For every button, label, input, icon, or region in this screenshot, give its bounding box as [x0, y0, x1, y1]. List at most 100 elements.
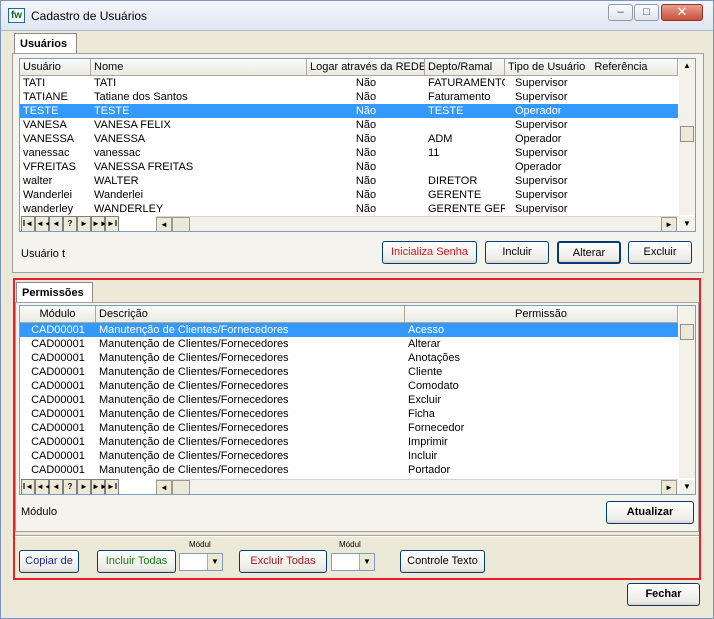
table-row[interactable]: CAD00001 Manutenção de Clientes/Fornecedo…	[20, 351, 678, 365]
help-icon[interactable]: ?	[63, 479, 77, 494]
column-header-depto[interactable]: Depto/Ramal	[425, 59, 505, 76]
scroll-thumb-h[interactable]	[172, 217, 190, 231]
cell-permissao: Alterar	[408, 338, 441, 350]
users-vertical-scrollbar[interactable]: ▲ ▼	[679, 59, 695, 231]
cell-usuario: TATIANE	[23, 91, 68, 103]
usuario-label: Usuário t	[21, 248, 66, 260]
prior-page-icon[interactable]: ◄◄	[35, 479, 52, 494]
next-record-icon[interactable]: ►	[77, 216, 91, 231]
scroll-right-icon[interactable]: ►	[661, 217, 677, 231]
cell-nome: TESTE	[94, 105, 130, 117]
table-row[interactable]: CAD00001 Manutenção de Clientes/Fornecedo…	[20, 449, 678, 463]
fechar-button[interactable]: Fechar	[627, 583, 700, 606]
scroll-left-icon[interactable]: ◄	[156, 217, 172, 231]
table-row[interactable]: CAD00001 Manutenção de Clientes/Fornecedo…	[20, 337, 678, 351]
column-header-descricao[interactable]: Descrição	[96, 306, 405, 323]
table-row[interactable]: VFREITAS VANESSA FREITAS Não Operador	[20, 160, 678, 174]
cell-nome: Tatiane dos Santos	[94, 91, 188, 103]
prior-record-icon[interactable]: ◄	[49, 216, 63, 231]
users-horizontal-scrollbar[interactable]: ◄ ►	[156, 216, 678, 231]
excluir-todas-button[interactable]: Excluir Todas	[239, 550, 327, 573]
table-row[interactable]: CAD00001 Manutenção de Clientes/Fornecedo…	[20, 407, 678, 421]
scroll-thumb[interactable]	[680, 126, 694, 142]
cell-modulo: CAD00001	[31, 366, 85, 378]
table-row[interactable]: TATIANE Tatiane dos Santos Não Faturamento S…	[20, 90, 678, 104]
first-record-icon[interactable]: I◄	[21, 479, 35, 494]
next-record-icon[interactable]: ►	[77, 479, 91, 494]
users-grid-header: Usuário Nome Logar através da REDE Depto…	[20, 59, 678, 76]
modulo-select-1[interactable]: ▼	[179, 553, 223, 571]
last-record-icon[interactable]: ►I	[105, 216, 119, 231]
next-page-icon[interactable]: ►►	[91, 479, 108, 494]
cell-depto: Faturamento	[428, 91, 491, 103]
cell-usuario: wanderley	[23, 203, 74, 215]
last-record-icon[interactable]: ►I	[105, 479, 119, 494]
prior-page-icon[interactable]: ◄◄	[35, 216, 52, 231]
copiar-de-button[interactable]: Copiar de	[19, 550, 79, 573]
close-button[interactable]: ✕	[661, 4, 703, 21]
cell-rede: Não	[355, 119, 377, 131]
inicializa-senha-button[interactable]: Inicializa Senha	[382, 241, 477, 264]
minimize-button[interactable]: –	[608, 4, 633, 21]
first-record-icon[interactable]: I◄	[21, 216, 35, 231]
excluir-button[interactable]: Excluir	[628, 241, 692, 264]
column-header-tipo[interactable]: Tipo de Usuário Referência	[505, 59, 678, 76]
table-row[interactable]: CAD00001 Manutenção de Clientes/Fornecedo…	[20, 393, 678, 407]
permissions-horizontal-scrollbar[interactable]: ◄ ►	[156, 479, 678, 494]
column-header-usuario[interactable]: Usuário	[20, 59, 91, 76]
next-page-icon[interactable]: ►►	[91, 216, 108, 231]
cell-tipo: Operador	[515, 133, 562, 145]
column-header-nome[interactable]: Nome	[91, 59, 307, 76]
modulo-small-label-1: Módul	[189, 540, 211, 549]
cell-modulo: CAD00001	[31, 380, 85, 392]
maximize-button[interactable]: □	[634, 4, 659, 21]
scroll-down-icon[interactable]: ▼	[679, 480, 695, 494]
cell-rede: Não	[355, 91, 377, 103]
cell-usuario: VANESA	[23, 119, 67, 131]
incluir-button[interactable]: Incluir	[485, 241, 549, 264]
chevron-down-icon[interactable]: ▼	[207, 554, 222, 570]
column-header-referencia-label: Referência	[594, 61, 648, 73]
users-grid: Usuário Nome Logar através da REDE Depto…	[19, 58, 696, 232]
incluir-todas-button[interactable]: Incluir Todas	[97, 550, 176, 573]
table-row[interactable]: CAD00001 Manutenção de Clientes/Fornecedo…	[20, 365, 678, 379]
scroll-up-icon[interactable]: ▲	[679, 59, 695, 75]
table-row[interactable]: TESTE TESTE Não TESTE Operador	[20, 104, 678, 118]
table-row[interactable]: VANESA VANESA FELIX Não Supervisor	[20, 118, 678, 132]
cell-usuario: vanessac	[23, 147, 70, 159]
tab-permissoes[interactable]: Permissões	[16, 282, 93, 303]
table-row[interactable]: CAD00001 Manutenção de Clientes/Fornecedo…	[20, 323, 678, 337]
cell-tipo: Supervisor	[515, 203, 568, 215]
cell-modulo: CAD00001	[31, 394, 85, 406]
chevron-down-icon[interactable]: ▼	[359, 554, 374, 570]
table-row[interactable]: vanessac vanessac Não 11 Supervisor	[20, 146, 678, 160]
atualizar-button[interactable]: Atualizar	[606, 501, 694, 524]
cell-modulo: CAD00001	[20, 323, 96, 337]
table-row[interactable]: CAD00001 Manutenção de Clientes/Fornecedo…	[20, 421, 678, 435]
tab-usuarios[interactable]: Usuários	[14, 33, 77, 54]
scroll-thumb[interactable]	[680, 324, 694, 340]
cell-depto	[425, 118, 505, 132]
table-row[interactable]: wanderley WANDERLEY Não GERENTE GERAL Superv…	[20, 202, 678, 216]
scroll-right-icon[interactable]: ►	[661, 480, 677, 494]
table-row[interactable]: VANESSA VANESSA Não ADM Operador	[20, 132, 678, 146]
table-row[interactable]: CAD00001 Manutenção de Clientes/Fornecedo…	[20, 435, 678, 449]
table-row[interactable]: Wanderlei Wanderlei Não GERENTE Supervisor	[20, 188, 678, 202]
help-icon[interactable]: ?	[63, 216, 77, 231]
alterar-button[interactable]: Alterar	[557, 241, 621, 264]
controle-texto-button[interactable]: Controle Texto	[400, 550, 485, 573]
column-header-rede[interactable]: Logar através da REDE	[307, 59, 425, 76]
column-header-modulo[interactable]: Módulo	[20, 306, 96, 323]
table-row[interactable]: walter WALTER Não DIRETOR Supervisor	[20, 174, 678, 188]
scroll-thumb-h[interactable]	[172, 480, 190, 494]
table-row[interactable]: TATI TATI Não FATURAMENTO Supervisor	[20, 76, 678, 90]
scroll-left-icon[interactable]: ◄	[156, 480, 172, 494]
permissions-vertical-scrollbar[interactable]: ▼	[679, 306, 695, 494]
table-row[interactable]: CAD00001 Manutenção de Clientes/Fornecedo…	[20, 463, 678, 477]
modulo-select-2[interactable]: ▼	[331, 553, 375, 571]
scroll-down-icon[interactable]: ▼	[679, 217, 695, 231]
prior-record-icon[interactable]: ◄	[49, 479, 63, 494]
cell-modulo: CAD00001	[31, 408, 85, 420]
table-row[interactable]: CAD00001 Manutenção de Clientes/Fornecedo…	[20, 379, 678, 393]
column-header-permissao[interactable]: Permissão	[405, 306, 678, 323]
